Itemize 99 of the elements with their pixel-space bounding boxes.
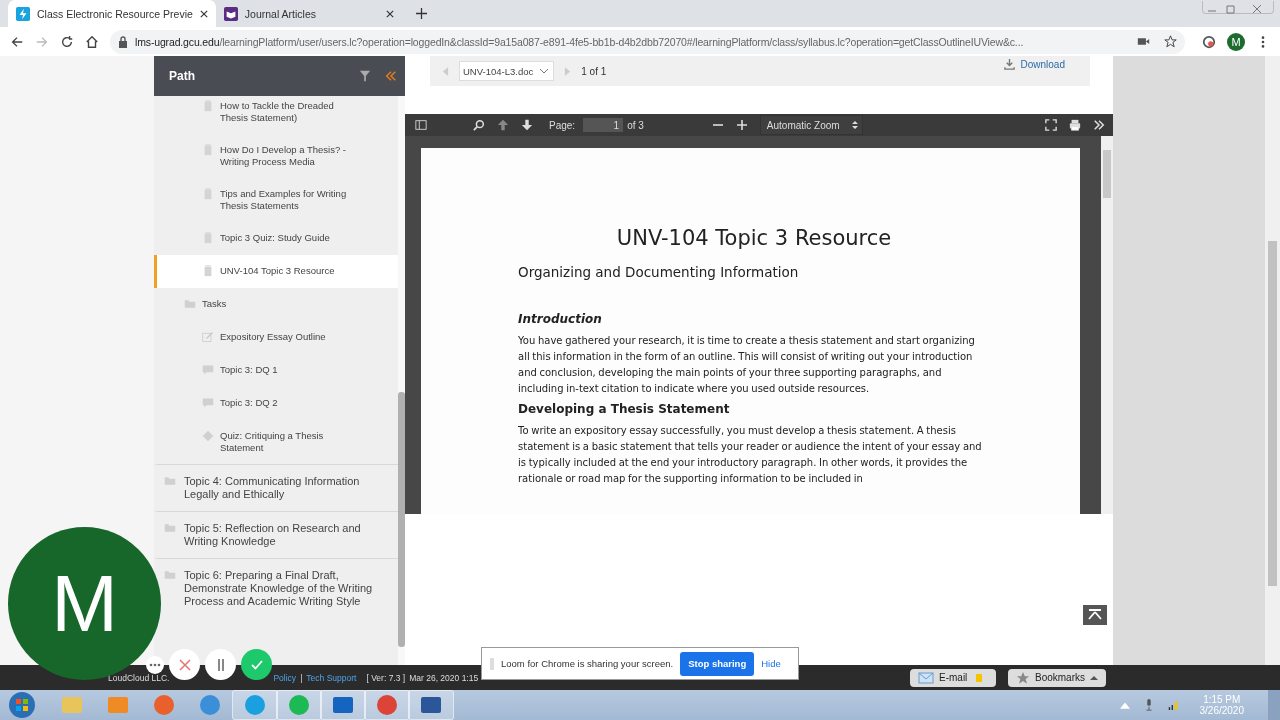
file-select[interactable]: UNV-104-L3.doc	[459, 61, 555, 81]
print-icon[interactable]	[1069, 119, 1081, 131]
tab-title: Journal Articles	[244, 7, 317, 20]
hide-link[interactable]: Hide	[761, 658, 781, 669]
down-arrow-icon[interactable]	[521, 119, 533, 131]
book-icon	[223, 6, 238, 21]
folder-icon	[164, 522, 176, 534]
paragraph: You have gathered your research, it is time to create a thesis statement and start organizing all this information in the form of an outline. This will consist of writing out your introduction and conclusion, developing the main points of your three supporting paragraphs, and including in-text citation to indicate where you used outside resources.	[518, 334, 976, 396]
outlook-taskbar-icon[interactable]	[320, 690, 366, 720]
sort-arrows-icon	[851, 120, 858, 130]
browser-tab[interactable]: Journal Articles	[215, 0, 402, 27]
quiz-icon	[202, 430, 214, 442]
zoom-select[interactable]: Automatic Zoom	[759, 115, 863, 135]
signal-icon[interactable]	[1167, 699, 1178, 711]
star-icon[interactable]	[1164, 35, 1177, 48]
microphone-icon[interactable]	[1143, 699, 1154, 711]
separator-text: |	[300, 672, 303, 683]
email-button[interactable]: E-mail	[910, 668, 996, 687]
outline-item[interactable]: Topic 3: DQ 2	[154, 387, 398, 420]
document-title: UNV-104 Topic 3 Resource	[615, 226, 893, 250]
sharing-message: Loom for Chrome is sharing your screen.	[501, 658, 674, 669]
close-icon	[178, 658, 191, 671]
collapse-icon[interactable]	[385, 70, 397, 82]
chrome-taskbar-icon[interactable]	[364, 690, 410, 720]
footer-link[interactable]: Tech Support	[306, 672, 357, 683]
date-text: Mar 26, 2020 1:15	[409, 672, 479, 683]
sidebar-toggle-icon[interactable]	[415, 119, 427, 131]
footer-link[interactable]: Policy	[273, 672, 297, 683]
scrollbar-thumb[interactable]	[1103, 150, 1111, 198]
page-total: of 3	[627, 119, 644, 131]
search-icon[interactable]	[473, 119, 485, 131]
version-text: [ Ver: 7.3 ]	[366, 672, 406, 683]
caret-icon	[539, 68, 550, 74]
caret-icon	[1090, 675, 1098, 680]
browser-tab[interactable]: Class Electronic Resource Previe	[8, 0, 216, 27]
chat-icon	[202, 397, 214, 409]
scrollbar-thumb[interactable]	[1268, 241, 1277, 586]
page-number-field[interactable]: 1	[583, 118, 624, 132]
paragraph: To write an expository essay successfully, you must develop a thesis statement. A thesis statement is a basic statement that tells your reader or audience the intent of your essay and is typically included at the end your introductory paragraph. In other words, it provides the rationale or road map for the supporting information to be included in	[518, 424, 983, 486]
drag-handle-icon[interactable]	[490, 657, 494, 670]
download-icon[interactable]	[1003, 59, 1015, 70]
section-heading: Introduction	[518, 312, 603, 326]
bookmarks-button[interactable]: Bookmarks	[1008, 668, 1106, 687]
new-tab-icon[interactable]	[415, 8, 427, 19]
document-icon	[202, 144, 214, 156]
filter-icon[interactable]	[359, 70, 371, 82]
folder-icon	[184, 298, 196, 310]
zoom-in-icon[interactable]	[735, 119, 748, 131]
camera-icon[interactable]	[1137, 35, 1150, 48]
close-icon[interactable]	[199, 9, 208, 18]
folder-icon	[164, 569, 176, 581]
star-icon	[1016, 670, 1030, 685]
back-to-top-icon[interactable]	[1083, 605, 1107, 625]
document-icon	[202, 188, 214, 200]
outline-item[interactable]: Topic 3: DQ 1	[154, 354, 398, 387]
home-icon[interactable]	[85, 34, 99, 49]
document-icon	[202, 100, 214, 112]
sidebar-title: Path	[169, 69, 196, 83]
folder-icon	[164, 475, 176, 487]
notification-badge	[976, 673, 983, 682]
outline-item[interactable]: Expository Essay Outline	[154, 321, 398, 354]
outline-item[interactable]: Quiz: Critiquing a Thesis Statement	[154, 420, 398, 464]
outline-item[interactable]: Topic 3 Quiz: Study Guide	[154, 222, 398, 255]
bolt-icon	[16, 6, 30, 21]
clock-date: 3/26/2020	[1199, 705, 1244, 716]
more-icon	[149, 662, 161, 667]
check-icon	[250, 659, 263, 670]
profile-avatar[interactable]: M	[1227, 32, 1245, 51]
lock-icon	[118, 35, 128, 48]
extension-icon[interactable]	[1202, 34, 1216, 49]
close-icon[interactable]	[385, 9, 394, 18]
outline-item[interactable]: Tips and Examples for Writing Thesis Statements	[154, 178, 398, 222]
document-subtitle: Organizing and Documenting Information	[518, 264, 800, 280]
up-arrow-icon[interactable]	[497, 119, 509, 131]
address-field[interactable]: lms-ugrad.gcu.edu/learningPlatform/user/users.lc?operation=loggedIn&classId=9a15a087-e891-4fe5-bb1b-d4b2dbb72070#/learningPlatform/class/syllabus.lc?operation=getClassOutlineIUView&c...	[110, 29, 1185, 54]
pause-icon	[215, 658, 226, 671]
word-taskbar-icon[interactable]	[408, 690, 454, 720]
section-heading: Developing a Thesis Statement	[518, 402, 731, 416]
outline-item[interactable]: Tasks	[154, 288, 398, 321]
more-tools-icon[interactable]	[1093, 119, 1105, 131]
document-icon	[202, 265, 214, 277]
chat-icon	[202, 364, 214, 376]
edit-icon	[202, 331, 214, 343]
envelope-icon	[918, 671, 934, 684]
download-link[interactable]: Download	[1020, 59, 1065, 70]
start-button[interactable]	[8, 691, 36, 719]
stop-sharing-button[interactable]: Stop sharing	[680, 651, 755, 676]
back-icon[interactable]	[10, 34, 24, 49]
clock-time: 1:15 PM	[1203, 694, 1241, 705]
page-label: Page:	[549, 119, 576, 131]
reload-icon[interactable]	[60, 34, 74, 49]
file-count: 1 of 1	[581, 65, 607, 77]
fullscreen-icon[interactable]	[1045, 119, 1057, 131]
tab-title: Class Electronic Resource Previe	[37, 7, 193, 20]
outline-item[interactable]: How to Tackle the Dreaded Thesis Statement)	[154, 96, 398, 134]
document-icon	[202, 232, 214, 244]
outline-item[interactable]: How Do I Develop a Thesis? - Writing Process Media	[154, 134, 398, 178]
scrollbar-thumb[interactable]	[398, 392, 405, 647]
outline-item[interactable]: UNV-104 Topic 3 Resource	[154, 255, 398, 288]
